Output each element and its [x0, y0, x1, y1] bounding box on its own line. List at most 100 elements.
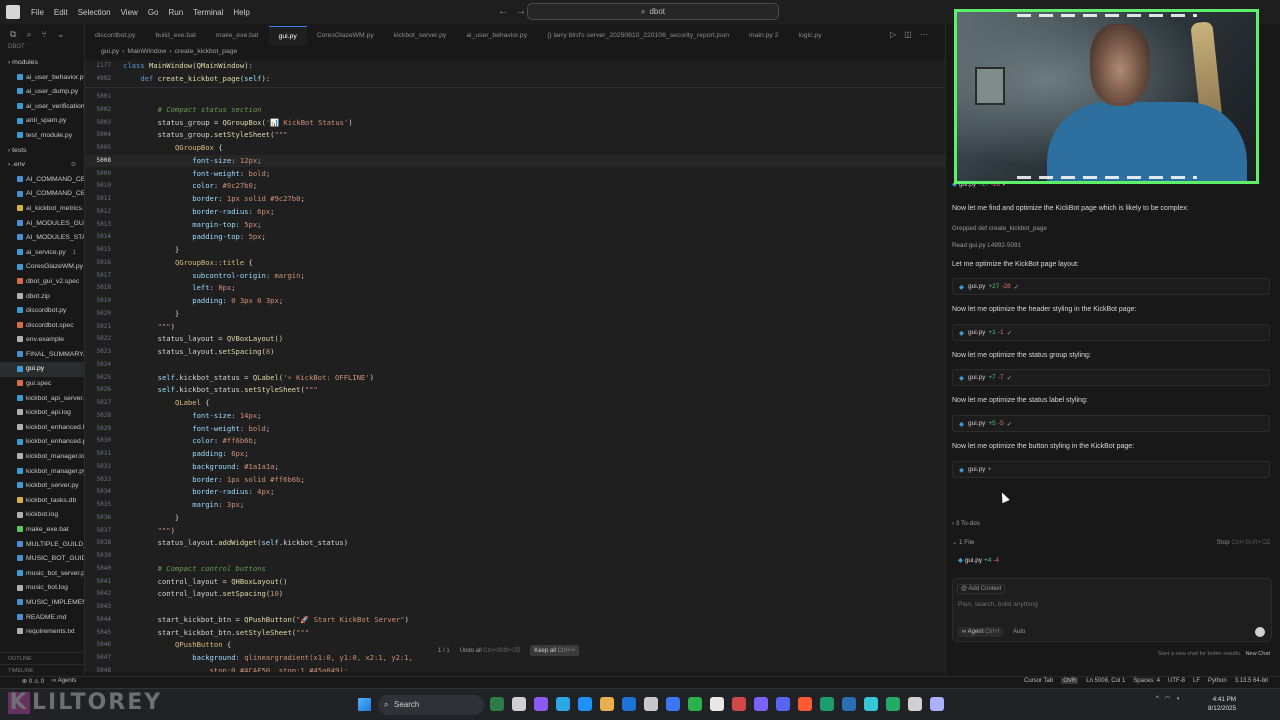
stop-button[interactable]: Stop Ctrl+Shift+⌫ [1217, 539, 1270, 546]
explorer-folder[interactable]: › modules [0, 56, 84, 71]
code-line[interactable]: 5017 subcontrol-origin: margin; [85, 270, 945, 283]
code-line[interactable]: 5031 padding: 6px; [85, 448, 945, 461]
taskbar-app-icon[interactable] [644, 697, 658, 711]
chevron-down-icon[interactable]: ⌄ [57, 29, 65, 40]
taskbar-app-icon[interactable] [622, 697, 636, 711]
code-line[interactable]: 5024 [85, 359, 945, 372]
editor-tab[interactable]: discordbot.py [85, 26, 145, 45]
timeline-section[interactable]: TIMELINE [0, 664, 85, 676]
explorer-file[interactable]: ai_user_behavior.py [0, 71, 84, 86]
diff-card[interactable]: ◆ gui.py +5 -5 ✓ [952, 415, 1270, 432]
breadcrumb-class[interactable]: MainWindow [127, 48, 166, 55]
undo-all-button[interactable]: Undo all Ctrl+Shift+⌫ [460, 647, 521, 654]
explorer-file[interactable]: AI_MODULES_STATUS... [0, 231, 84, 246]
explorer-file[interactable]: kickbot_server.py [0, 479, 84, 494]
sticky-line[interactable]: 4992 def create_kickbot_page(self): [85, 73, 945, 86]
taskbar-app-icon[interactable] [710, 697, 724, 711]
split-editor-icon[interactable]: ◫ [904, 30, 912, 39]
problems-indicator[interactable]: ⊗ 0 ⚠ 0 [22, 678, 44, 685]
editor-tab[interactable]: logic.py [789, 26, 832, 45]
explorer-file[interactable]: gui.py [0, 362, 84, 378]
tool-call-summary[interactable]: Grepped def create_kickbot_page [952, 225, 1047, 232]
code-line[interactable]: 5032 background: #1a1a1a; [85, 461, 945, 474]
code-line[interactable]: 5023 status_layout.setSpacing(8) [85, 346, 945, 359]
menu-help[interactable]: Help [228, 8, 254, 17]
taskbar-app-icon[interactable] [534, 697, 548, 711]
wifi-icon[interactable]: ◠ [1165, 695, 1170, 702]
code-line[interactable]: 5010 color: #9c27b0; [85, 180, 945, 193]
editor-tab[interactable]: main.py 2 [739, 26, 788, 45]
menu-terminal[interactable]: Terminal [188, 8, 228, 17]
code-line[interactable]: 5025 self.kickbot_status = QLabel('⚡ Kic… [85, 372, 945, 385]
taskbar-app-icon[interactable] [512, 697, 526, 711]
back-arrow-icon[interactable]: ← [498, 6, 508, 17]
files-toggle[interactable]: ⌄ 1 File [952, 539, 974, 546]
source-control-icon[interactable]: ⑂ [41, 29, 46, 39]
taskbar-app-icon[interactable] [688, 697, 702, 711]
code-line[interactable]: 5019 padding: 0 3px 0 3px; [85, 295, 945, 308]
code-line[interactable]: 5044 start_kickbot_btn = QPushButton("🚀 … [85, 614, 945, 627]
code-line[interactable]: 5003 status_group = QGroupBox('📊 KickBot… [85, 117, 945, 130]
diff-card[interactable]: ◆ gui.py • [952, 461, 1270, 478]
interpreter[interactable]: 3.13.5 64-bit [1235, 678, 1268, 684]
line-ending[interactable]: LF [1193, 678, 1200, 684]
explorer-file[interactable]: ai_user_verification.py [0, 100, 84, 115]
explorer-file[interactable]: MULTIPLE_GUILD_SU... [0, 538, 84, 553]
taskbar-app-icon[interactable] [886, 697, 900, 711]
cursor-tab-status[interactable]: Cursor Tab [1024, 678, 1053, 684]
explorer-file[interactable]: env.example [0, 333, 84, 348]
code-line[interactable]: 5040 # Compact control buttons [85, 563, 945, 576]
changed-file-item[interactable]: ◆ gui.py +4 -4 [958, 556, 999, 564]
code-line[interactable]: 5029 font-weight: bold; [85, 423, 945, 436]
explorer-file[interactable]: kickbot_api_server.py [0, 392, 84, 407]
sticky-line[interactable]: 2177 class MainWindow(QMainWindow): [85, 60, 945, 73]
code-line[interactable]: 5011 border: 1px solid #9c27b0; [85, 193, 945, 206]
editor-tab[interactable]: make_exe.bat [206, 26, 269, 45]
taskbar-app-icon[interactable] [864, 697, 878, 711]
code-line[interactable]: 5039 [85, 550, 945, 563]
breadcrumb-method[interactable]: create_kickbot_page [175, 48, 238, 55]
menu-go[interactable]: Go [143, 8, 164, 17]
explorer-file[interactable]: CoresGlazeWM.py [0, 260, 84, 275]
language-mode[interactable]: Python [1208, 678, 1227, 684]
code-line[interactable]: 5018 left: 8px; [85, 282, 945, 295]
explorer-file[interactable]: kickbot_manager.log [0, 450, 84, 465]
chevron-up-icon[interactable]: ^ [1156, 696, 1159, 702]
add-context-button[interactable]: @ Add Context [957, 584, 1006, 594]
taskbar-app-icon[interactable] [776, 697, 790, 711]
diff-card[interactable]: ◆ gui.py +27 -28 ✓ [952, 278, 1270, 295]
code-line[interactable]: 5030 color: #ff6b6b; [85, 435, 945, 448]
code-line[interactable]: 5036 } [85, 512, 945, 525]
explorer-file[interactable]: discordbot.spec [0, 319, 84, 334]
explorer-file[interactable]: kickbot_api.log [0, 406, 84, 421]
code-line[interactable]: 5005 QGroupBox { [85, 142, 945, 155]
code-line[interactable]: 5037 """) [85, 525, 945, 538]
diff-card[interactable]: ◆ gui.py +1 -1 ✓ [952, 324, 1270, 341]
explorer-file[interactable]: ai_user_dump.py [0, 85, 84, 100]
code-line[interactable]: 5022 status_layout = QVBoxLayout() [85, 333, 945, 346]
explorer-file[interactable]: MUSIC_IMPLEMENTA... [0, 596, 84, 611]
editor-tab[interactable]: {} larry bird's server_20250810_220106_s… [537, 26, 739, 45]
code-line[interactable]: 5026 self.kickbot_status.setStyleSheet("… [85, 384, 945, 397]
indentation[interactable]: Spaces: 4 [1133, 678, 1160, 684]
taskbar-app-icon[interactable] [666, 697, 680, 711]
code-line[interactable]: 5009 font-weight: bold; [85, 168, 945, 181]
more-icon[interactable]: ⋯ [920, 30, 928, 39]
chat-input[interactable]: Plan, search, build anything [958, 601, 1038, 608]
editor-tab[interactable]: ai_user_behavior.py [456, 26, 537, 45]
code-line[interactable]: 5042 control_layout.setSpacing(10) [85, 588, 945, 601]
explorer-file[interactable]: FINAL_SUMMARY.md [0, 348, 84, 363]
files-icon[interactable]: ⧉ [10, 29, 16, 40]
explorer-file[interactable]: ai_service.py 1 [0, 246, 84, 261]
command-search-box[interactable]: ⌕ dbot [527, 3, 779, 20]
explorer-file[interactable]: AI_COMMAND_CENT... [0, 173, 84, 188]
taskbar-search[interactable]: ⌕ Search [378, 695, 484, 715]
encoding[interactable]: UTF-8 [1168, 678, 1185, 684]
explorer-file[interactable]: README.md [0, 611, 84, 626]
code-line[interactable]: 5033 border: 1px solid #ff6b6b; [85, 474, 945, 487]
taskbar-app-icon[interactable] [930, 697, 944, 711]
explorer-file[interactable]: discordbot.py [0, 304, 84, 319]
explorer-folder[interactable]: › tests [0, 144, 84, 159]
code-line[interactable]: 5048 stop:0 #4CAF50, stop:1 #45a049); [85, 665, 945, 672]
taskbar-app-icon[interactable] [842, 697, 856, 711]
